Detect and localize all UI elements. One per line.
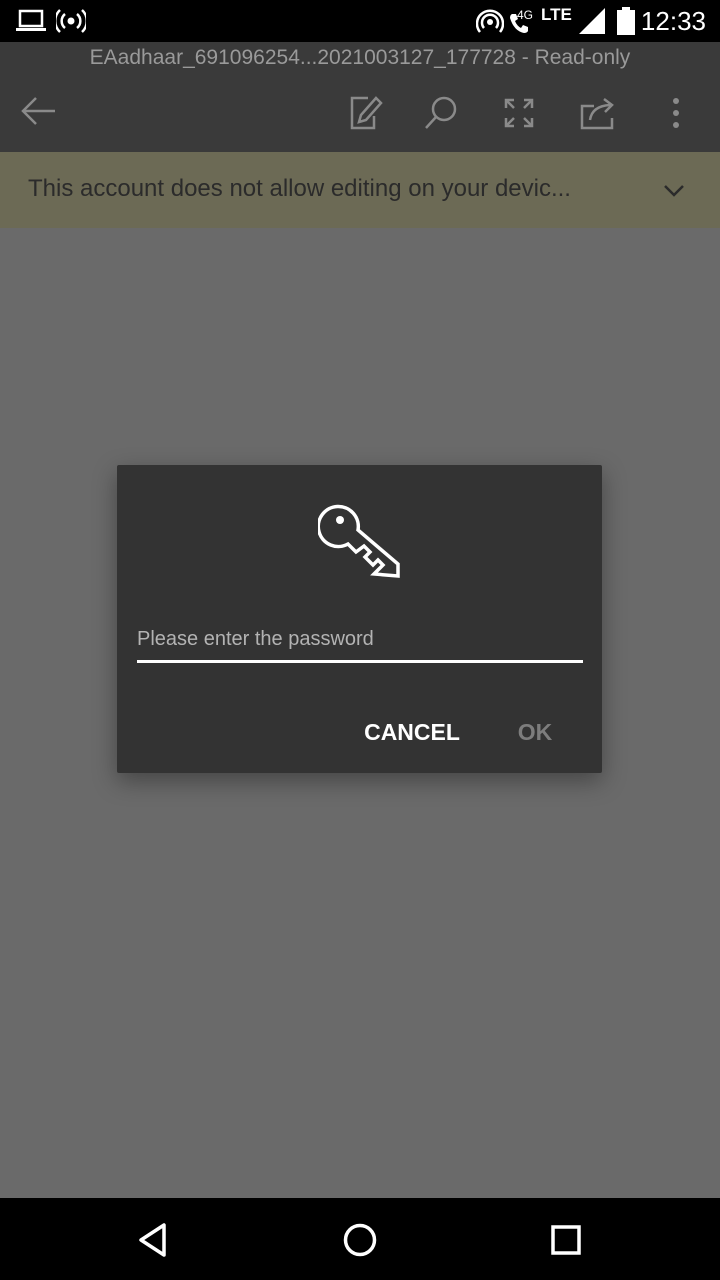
key-icon xyxy=(318,504,400,578)
nav-home-icon[interactable] xyxy=(342,1222,378,1258)
laptop-icon xyxy=(16,9,46,31)
share-icon[interactable] xyxy=(578,94,618,132)
chevron-down-icon[interactable] xyxy=(662,182,686,200)
cancel-button[interactable]: CANCEL xyxy=(356,710,468,752)
more-icon[interactable] xyxy=(666,96,686,130)
nav-back-icon[interactable] xyxy=(137,1222,169,1258)
network-4g-label: 4G xyxy=(517,8,534,22)
document-title: EAadhaar_691096254...2021003127_177728 -… xyxy=(89,46,631,69)
status-bar xyxy=(0,0,720,42)
fullscreen-icon[interactable] xyxy=(500,94,538,132)
password-input[interactable] xyxy=(137,622,583,663)
signal-icon xyxy=(579,8,605,34)
status-time: 12:33 xyxy=(640,6,706,36)
edit-icon[interactable] xyxy=(346,94,384,132)
network-lte-label: LTE xyxy=(541,5,572,24)
banner-message: This account does not allow editing on y… xyxy=(28,175,571,202)
battery-icon xyxy=(617,7,635,35)
ok-button[interactable]: OK xyxy=(505,710,565,752)
wifi-calling-icon xyxy=(476,9,504,33)
nav-recents-icon[interactable] xyxy=(550,1224,582,1256)
back-arrow-icon[interactable] xyxy=(20,94,58,128)
hotspot-icon xyxy=(56,9,86,33)
search-icon[interactable] xyxy=(422,94,460,132)
